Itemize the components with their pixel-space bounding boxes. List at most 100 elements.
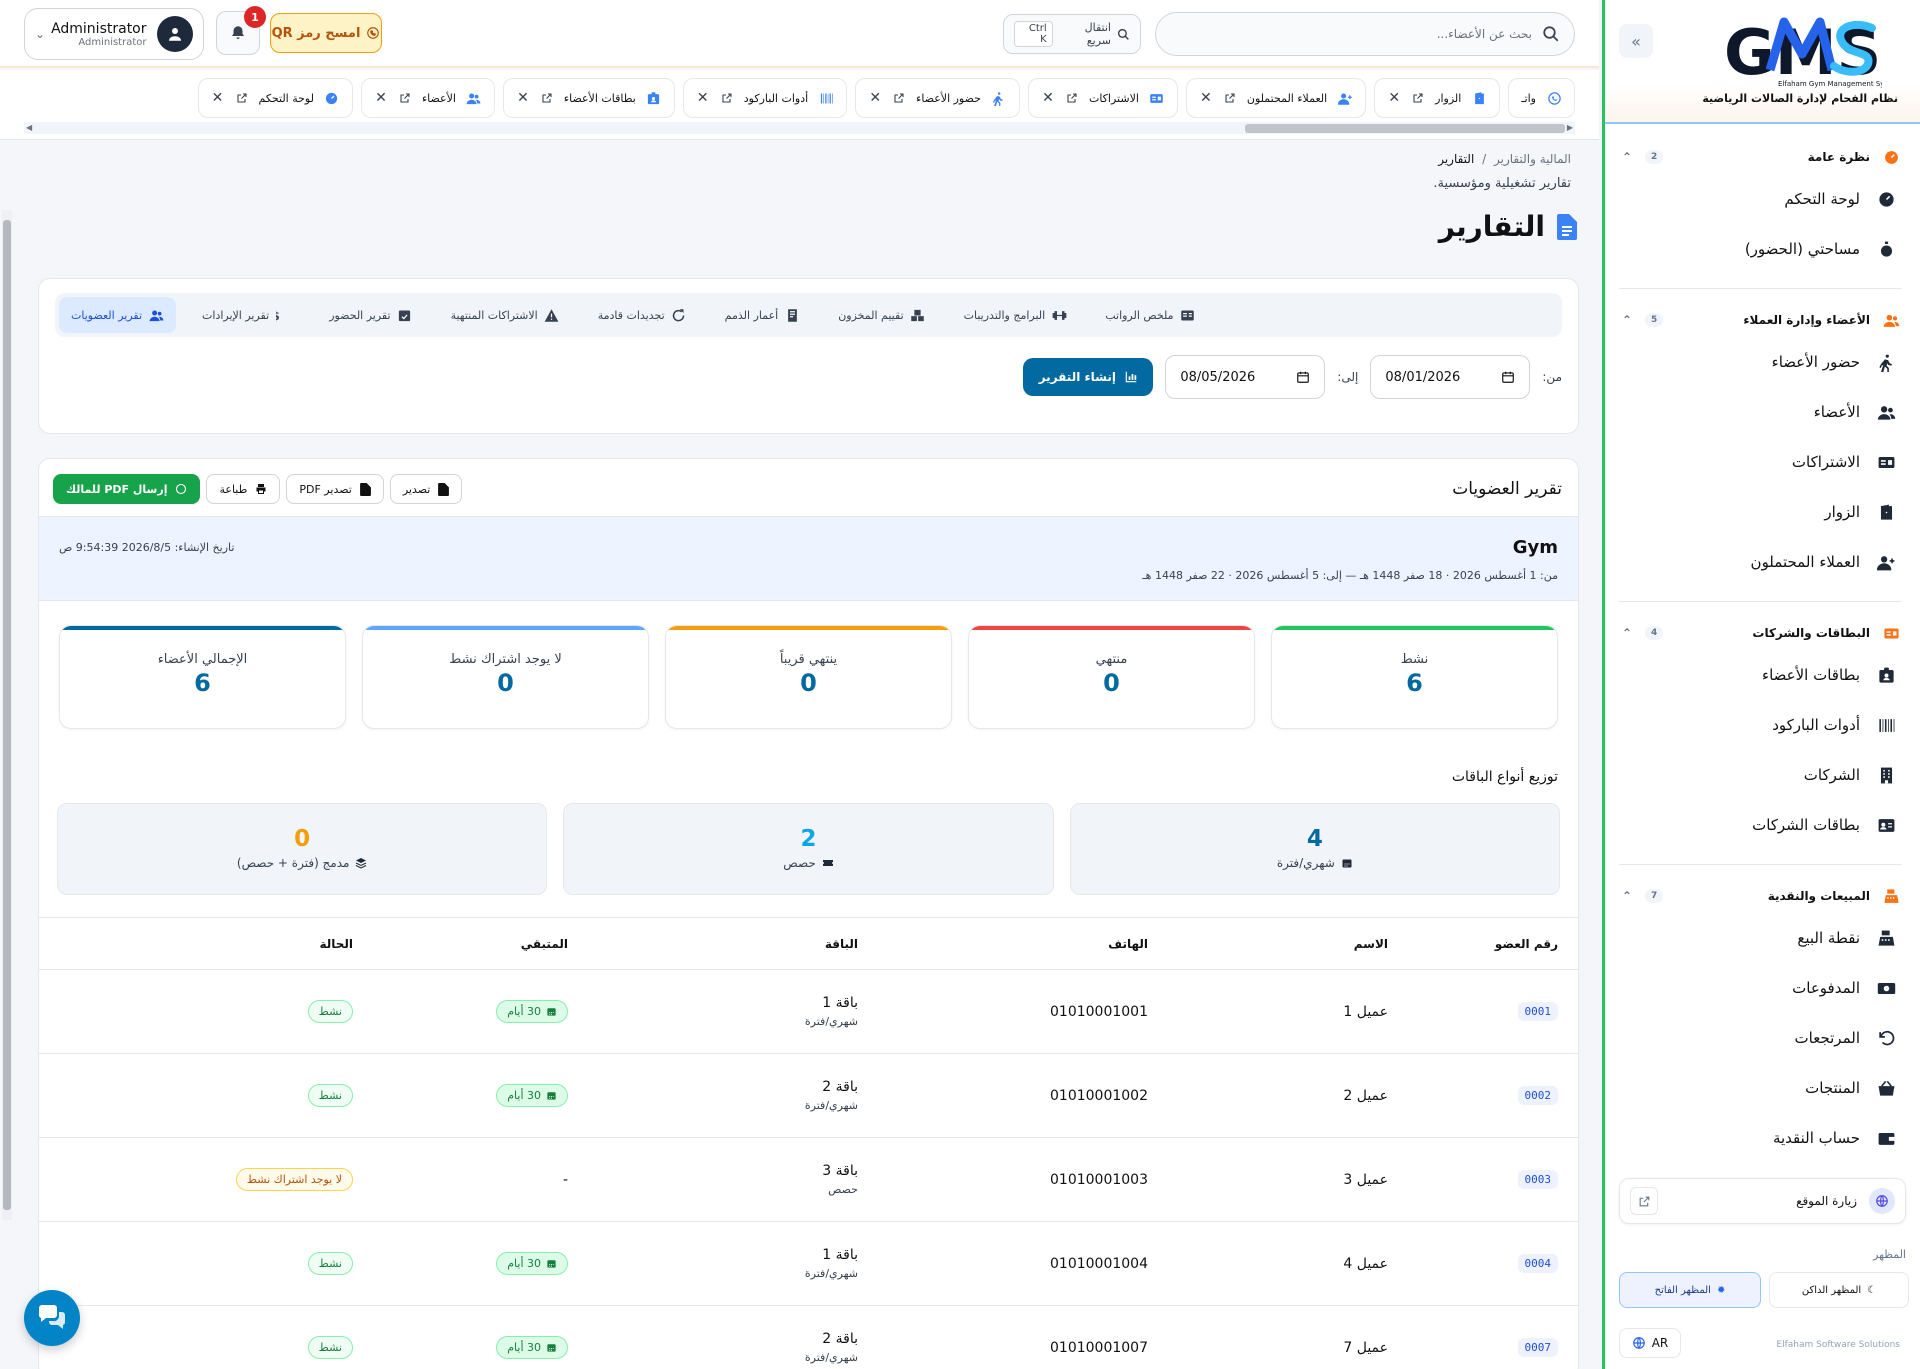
external-link-icon[interactable]: [892, 92, 906, 104]
member-search[interactable]: بحث عن الأعضاء...: [1155, 12, 1575, 56]
scroll-right-arrow[interactable]: ▶: [1567, 123, 1573, 132]
report-tab[interactable]: البرامج والتدريبات: [952, 297, 1080, 333]
chevron-up-icon[interactable]: ⌃: [1619, 313, 1635, 327]
sidebar-item-building[interactable]: الشركات: [1619, 750, 1902, 800]
sidebar-item-undo[interactable]: المرتجعات: [1619, 1013, 1902, 1063]
sidebar-item-users[interactable]: الأعضاء: [1619, 387, 1902, 437]
scroll-left-arrow[interactable]: ◀: [26, 123, 32, 132]
search-placeholder[interactable]: بحث عن الأعضاء...: [1437, 27, 1532, 41]
close-icon[interactable]: ✕: [696, 90, 710, 106]
print-button[interactable]: طباعة: [206, 474, 281, 504]
sidebar-item-door[interactable]: الزوار: [1619, 487, 1902, 537]
sidebar-item-basket[interactable]: المنتجات: [1619, 1063, 1902, 1113]
open-tab[interactable]: العملاء المحتملون ✕: [1185, 78, 1367, 118]
scroll-thumb[interactable]: [1245, 124, 1565, 133]
column-header[interactable]: المتبقي: [353, 917, 568, 970]
user-menu[interactable]: ⌄ Administrator Administrator: [24, 8, 204, 60]
sidebar-item-address-card[interactable]: بطاقات الشركات: [1619, 800, 1902, 850]
external-link-icon[interactable]: [1411, 92, 1425, 104]
tabs-scrollbar[interactable]: ◀ ▶: [24, 122, 1575, 134]
dark-theme-button[interactable]: ☾ المظهر الداكن: [1769, 1272, 1909, 1308]
export-pdf-button[interactable]: تصدير PDF: [286, 474, 384, 504]
report-tab[interactable]: تقييم المخزون: [826, 297, 937, 333]
column-header[interactable]: الهاتف: [858, 917, 1148, 970]
table-row[interactable]: 0003 عميل 3 01010001003 باقة 3 حصص - لا يوجد ا…: [39, 1137, 1578, 1222]
chevron-up-icon[interactable]: ⌃: [1619, 150, 1635, 164]
close-icon[interactable]: ✕: [211, 90, 225, 106]
sidebar-group-header[interactable]: البطاقات والشركات 4 ⌃: [1619, 616, 1902, 650]
table-row[interactable]: 0004 عميل 4 01010001004 باقة 1 شهري/فترة 30 أ…: [39, 1221, 1578, 1306]
column-header[interactable]: الاسم: [1148, 917, 1388, 970]
open-tab[interactable]: حضور الأعضاء ✕: [855, 78, 1020, 118]
open-tab[interactable]: واتـ: [1508, 78, 1575, 118]
sidebar-item-stopwatch[interactable]: مساحتي (الحضور): [1619, 224, 1902, 274]
chevron-up-icon[interactable]: ⌃: [1619, 889, 1635, 903]
calendar-icon[interactable]: [1296, 370, 1310, 384]
open-tab[interactable]: لوحة التحكم ✕: [197, 78, 353, 118]
report-tab[interactable]: أعمار الذمم: [713, 297, 813, 333]
open-tab[interactable]: الزوار ✕: [1374, 78, 1501, 118]
close-icon[interactable]: ✕: [374, 90, 388, 106]
from-date-input[interactable]: 08/01/2026: [1370, 355, 1531, 399]
scan-qr-button[interactable]: امسح رمز QR: [270, 13, 382, 53]
sidebar: GMS Elfaham Gym Management System نظام ا…: [1602, 0, 1920, 1369]
close-icon[interactable]: ✕: [1387, 90, 1401, 106]
sidebar-group-header[interactable]: المبيعات والنقدية 7 ⌃: [1619, 879, 1902, 913]
language-button[interactable]: AR: [1619, 1328, 1681, 1358]
breadcrumb-parent[interactable]: المالية والتقارير: [1494, 152, 1571, 166]
sidebar-item-id-card[interactable]: الاشتراكات: [1619, 437, 1902, 487]
sidebar-item-wallet[interactable]: حساب النقدية: [1619, 1113, 1902, 1163]
scroll-thumb[interactable]: [3, 220, 11, 1210]
column-header[interactable]: الحالة: [39, 917, 353, 970]
sidebar-item-user-plus[interactable]: العملاء المحتملون: [1619, 537, 1902, 587]
visit-site-button[interactable]: زيارة الموقع: [1619, 1178, 1906, 1224]
sidebar-group-header[interactable]: الأعضاء وإدارة العملاء 5 ⌃: [1619, 303, 1902, 337]
report-tab[interactable]: تقرير الحضور: [317, 297, 424, 333]
report-tab[interactable]: الاشتراكات المنتهية: [439, 297, 572, 333]
collapse-sidebar-button[interactable]: «: [1619, 24, 1653, 58]
generate-report-button[interactable]: إنشاء التقرير: [1023, 358, 1154, 396]
report-tab[interactable]: تقرير العضويات: [59, 297, 177, 333]
report-tab[interactable]: ملخص الرواتب: [1093, 297, 1207, 333]
table-row[interactable]: 0002 عميل 2 01010001002 باقة 2 شهري/فترة 30 أ…: [39, 1053, 1578, 1138]
sidebar-item-cash-register[interactable]: نقطة البيع: [1619, 913, 1902, 963]
calendar-icon[interactable]: [1501, 370, 1515, 384]
external-link-icon[interactable]: [1065, 92, 1079, 104]
page-scrollbar[interactable]: [2, 210, 12, 1220]
sidebar-item-dashboard[interactable]: لوحة التحكم: [1619, 174, 1902, 224]
close-icon[interactable]: ✕: [516, 90, 530, 106]
close-icon[interactable]: ✕: [868, 90, 882, 106]
report-tab[interactable]: $ تقرير الإيرادات: [190, 297, 303, 333]
calendar-check-icon: [397, 307, 413, 323]
open-tab[interactable]: أدوات الباركود ✕: [682, 78, 848, 118]
light-theme-button[interactable]: ✹ المظهر الفاتح: [1619, 1272, 1761, 1308]
open-tab[interactable]: بطاقات الأعضاء ✕: [502, 78, 675, 118]
external-link-icon[interactable]: [1630, 1187, 1658, 1215]
external-link-icon[interactable]: [398, 92, 412, 104]
table-row[interactable]: 0007 عميل 7 01010001007 باقة 2 شهري/فترة 30 أ…: [39, 1305, 1578, 1369]
open-tab[interactable]: الأعضاء ✕: [360, 78, 495, 118]
column-header[interactable]: الباقة: [568, 917, 858, 970]
chat-button[interactable]: [24, 1290, 80, 1346]
external-link-icon[interactable]: [720, 92, 734, 104]
table-row[interactable]: 0001 عميل 1 01010001001 باقة 1 شهري/فترة 30 أ…: [39, 969, 1578, 1054]
external-link-icon[interactable]: [235, 92, 249, 104]
chevron-up-icon[interactable]: ⌃: [1619, 626, 1635, 640]
external-link-icon[interactable]: [540, 92, 554, 104]
to-date-input[interactable]: 08/05/2026: [1165, 355, 1326, 399]
sidebar-group-header[interactable]: نظرة عامة 2 ⌃: [1619, 140, 1902, 174]
export-button[interactable]: تصدير: [389, 474, 463, 504]
sidebar-item-badge[interactable]: بطاقات الأعضاء: [1619, 650, 1902, 700]
sidebar-item-barcode[interactable]: أدوات الباركود: [1619, 700, 1902, 750]
status-badge: لا يوجد اشتراك نشط: [235, 1168, 353, 1191]
external-link-icon[interactable]: [1223, 92, 1237, 104]
quick-jump-button[interactable]: انتقال سريع Ctrl K: [1003, 14, 1141, 54]
column-header[interactable]: رقم العضو: [1388, 917, 1578, 970]
close-icon[interactable]: ✕: [1199, 90, 1213, 106]
close-icon[interactable]: ✕: [1041, 90, 1055, 106]
open-tab[interactable]: الاشتراكات ✕: [1027, 78, 1178, 118]
sidebar-item-walking[interactable]: حضور الأعضاء: [1619, 337, 1902, 387]
sidebar-item-money[interactable]: المدفوعات: [1619, 963, 1902, 1013]
send-pdf-owner-button[interactable]: إرسال PDF للمالك: [53, 474, 201, 504]
report-tab[interactable]: تجديدات قادمة: [586, 297, 699, 333]
